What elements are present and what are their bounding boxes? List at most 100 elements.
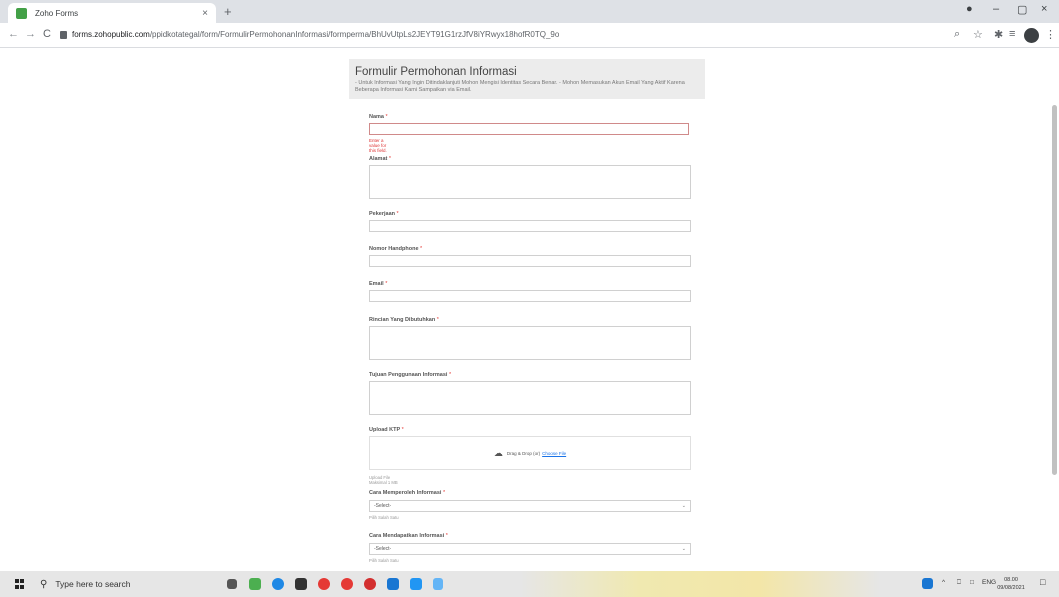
tujuan-label: Tujuan Penggunaan Informasi	[369, 372, 448, 378]
app-icon[interactable]	[318, 578, 330, 590]
email-input[interactable]	[369, 290, 691, 302]
nomor-handphone-input[interactable]	[369, 255, 691, 267]
app-icon[interactable]	[410, 578, 422, 590]
required-mark: *	[385, 281, 388, 287]
clock-time: 08.00	[1004, 577, 1018, 583]
network-icon[interactable]: □	[970, 579, 974, 586]
cara-mendapatkan-select[interactable]: -Select- ⌄	[369, 543, 691, 555]
rincian-textarea[interactable]	[369, 326, 691, 360]
browser-tab[interactable]: Zoho Forms ×	[8, 3, 216, 23]
app-icon[interactable]	[433, 578, 443, 590]
windows-taskbar: ⚲ Type here to search ^ ⎕ □ ENG 08.00 09…	[0, 571, 1059, 597]
url-host: forms.zohopublic.com	[72, 30, 150, 39]
cloud-upload-icon: ☁	[493, 447, 503, 458]
nama-input[interactable]	[369, 123, 689, 135]
app-icon[interactable]	[387, 578, 399, 590]
url-path: /ppidkotategal/form/FormulirPermohonanIn…	[149, 30, 560, 39]
close-window-button[interactable]: ×	[1041, 3, 1047, 15]
upload-hint: Upload File Maksimal 1 MB	[369, 475, 398, 485]
tab-title: Zoho Forms	[35, 8, 79, 18]
taskbar-clock[interactable]: 08.00 09/08/2021	[993, 576, 1029, 592]
required-mark: *	[436, 317, 439, 323]
edge-icon[interactable]	[272, 578, 284, 590]
store-icon[interactable]	[295, 578, 307, 590]
chevron-down-icon: ⌄	[681, 503, 686, 509]
search-placeholder: Type here to search	[55, 579, 131, 589]
upload-dropzone[interactable]: ☁ Drag & Drop (or) Choose File	[369, 436, 691, 470]
app-icon[interactable]	[249, 578, 261, 590]
required-mark: *	[420, 246, 423, 252]
nomor-handphone-label: Nomor Handphone	[369, 246, 419, 252]
back-button[interactable]: ←	[8, 28, 19, 40]
minimize-button[interactable]: –	[993, 3, 999, 15]
field-cara-memperoleh: Cara Memperoleh Informasi * -Select- ⌄ P…	[369, 490, 691, 520]
required-mark: *	[401, 427, 404, 433]
required-mark: *	[442, 490, 446, 496]
alamat-textarea[interactable]	[369, 165, 691, 199]
task-view-icon[interactable]	[227, 579, 237, 589]
browser-toolbar: ← → C forms.zohopublic.com/ppidkotategal…	[0, 23, 1059, 48]
field-nama: Nama * Enter a value for this field.	[369, 114, 689, 153]
notifications-icon[interactable]: □	[1040, 577, 1045, 587]
form-header: Formulir Permohonan Informasi - Untuk In…	[349, 59, 705, 99]
address-bar[interactable]: forms.zohopublic.com/ppidkotategal/form/…	[72, 30, 559, 39]
field-nomor-handphone: Nomor Handphone *	[369, 246, 691, 267]
cara-mendapatkan-label: Cara Mendapatkan Informasi	[369, 533, 445, 539]
restore-button[interactable]: ▢	[1017, 3, 1027, 16]
tray-icon[interactable]: ⎕	[957, 579, 961, 587]
page-viewport: Formulir Permohonan Informasi - Untuk In…	[0, 49, 1059, 571]
browser-menu-icon[interactable]: ⋮	[1045, 28, 1056, 41]
form-description: - Untuk Informasi Yang Ingin Ditindaklan…	[355, 80, 685, 93]
new-tab-button[interactable]: +	[224, 4, 232, 19]
profile-avatar[interactable]	[1024, 28, 1039, 43]
chrome-icon[interactable]	[341, 578, 353, 590]
extensions-icon[interactable]: ✱	[994, 28, 1003, 41]
field-alamat: Alamat *	[369, 156, 691, 199]
required-mark: *	[388, 156, 392, 162]
opera-icon[interactable]	[364, 578, 376, 590]
taskbar-search[interactable]: ⚲ Type here to search	[33, 571, 218, 597]
field-cara-mendapatkan: Cara Mendapatkan Informasi * -Select- ⌄ …	[369, 533, 691, 563]
lock-icon[interactable]	[60, 31, 67, 39]
chevron-up-icon[interactable]: ^	[942, 579, 945, 586]
tray-app-icon[interactable]	[922, 578, 933, 589]
zoho-forms-favicon-icon	[16, 7, 27, 19]
forward-button[interactable]: →	[25, 28, 36, 40]
record-icon[interactable]: ●	[966, 3, 973, 15]
zoom-icon[interactable]: ⌕	[954, 28, 960, 41]
form-container: Formulir Permohonan Informasi - Untuk In…	[349, 59, 705, 563]
reading-list-icon[interactable]: ≡	[1009, 28, 1015, 40]
drop-text: Drag & Drop (or)	[506, 450, 541, 456]
required-mark: *	[448, 372, 452, 378]
cara-mendapatkan-value: -Select-	[374, 546, 392, 552]
search-icon: ⚲	[40, 578, 48, 590]
field-pekerjaan: Pekerjaan *	[369, 211, 691, 232]
windows-start-icon[interactable]	[15, 579, 25, 589]
pekerjaan-label: Pekerjaan	[369, 211, 395, 217]
field-upload-ktp: Upload KTP * ☁ Drag & Drop (or) Choose Fi…	[369, 427, 691, 485]
alamat-label: Alamat	[369, 156, 388, 162]
cara-mendapatkan-hint: Pilih Salah Satu	[369, 558, 399, 563]
pekerjaan-input[interactable]	[369, 220, 691, 232]
nama-label: Nama	[369, 114, 384, 120]
choose-file-link[interactable]: Choose File	[542, 451, 566, 456]
reload-button[interactable]: C	[43, 28, 51, 40]
email-label: Email	[369, 281, 384, 287]
browser-tab-strip: Zoho Forms × + ● – ▢ ×	[0, 0, 1059, 23]
page-scrollbar[interactable]	[1052, 105, 1057, 475]
tujuan-textarea[interactable]	[369, 381, 691, 415]
required-mark: *	[445, 533, 448, 539]
cara-memperoleh-value: -Select-	[374, 503, 392, 509]
chevron-down-icon: ⌄	[681, 546, 686, 552]
clock-date: 09/08/2021	[997, 585, 1025, 591]
form-title: Formulir Permohonan Informasi	[355, 66, 517, 78]
field-tujuan: Tujuan Penggunaan Informasi *	[369, 372, 691, 415]
bookmark-star-icon[interactable]: ☆	[973, 28, 983, 41]
tab-close-icon[interactable]: ×	[202, 8, 208, 19]
required-mark: *	[396, 211, 399, 217]
cara-memperoleh-hint: Pilih Salah Satu	[369, 515, 399, 520]
taskbar-highlight	[520, 571, 880, 597]
cara-memperoleh-select[interactable]: -Select- ⌄	[369, 500, 691, 512]
upload-ktp-label: Upload KTP	[369, 427, 401, 433]
field-email: Email *	[369, 281, 691, 302]
